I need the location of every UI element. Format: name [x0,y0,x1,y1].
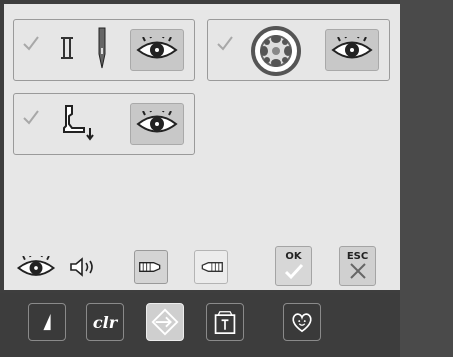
bottom-navbar: clr [0,293,400,357]
home-button[interactable] [146,303,184,341]
hand-left-button[interactable] [134,250,168,284]
hand-right-button[interactable] [194,250,228,284]
main-panel: OK ESC [4,4,400,290]
eye-icon [331,37,373,59]
needle-option-card [13,19,195,81]
eye-icon [136,111,178,133]
needle-icon [98,27,106,69]
home-arrow-icon [151,308,179,336]
presser-foot-icon [63,105,94,141]
clr-button[interactable]: clr [86,303,124,341]
sewing-machine-screen: OK ESC A [0,0,453,357]
presser-foot-visibility-button[interactable] [130,103,184,145]
wedge-icon [43,313,51,331]
hand-pointer-icon [139,262,161,272]
heart-face-icon [292,313,312,333]
ok-label: OK [285,251,302,262]
close-icon [349,263,366,279]
bobbin-option-card [207,19,390,81]
stitch-length-button[interactable] [28,303,66,341]
eye-icon [136,37,178,59]
clr-label: clr [92,312,118,332]
checkmark-icon [284,263,303,280]
personal-program-button[interactable] [283,303,321,341]
ok-button[interactable]: OK [275,246,312,286]
speaker-icon[interactable] [68,256,98,278]
bottom-toolbar: OK ESC [4,240,400,292]
template-button[interactable] [206,303,244,341]
eye-icon [16,256,56,276]
checkmark-icon [23,36,39,51]
bobbin-visibility-button[interactable] [325,29,379,71]
presser-foot-option-card [13,93,195,155]
hand-pointer-icon [201,262,223,272]
template-icon [214,311,236,334]
right-sidebar: A [400,0,453,357]
esc-label: ESC [346,251,369,262]
checkmark-icon [23,110,39,125]
needle-visibility-button[interactable] [130,29,184,71]
needle-plate-icon [61,37,73,59]
bobbin-icon [251,26,301,76]
esc-button[interactable]: ESC [339,246,376,286]
checkmark-icon [217,36,233,51]
